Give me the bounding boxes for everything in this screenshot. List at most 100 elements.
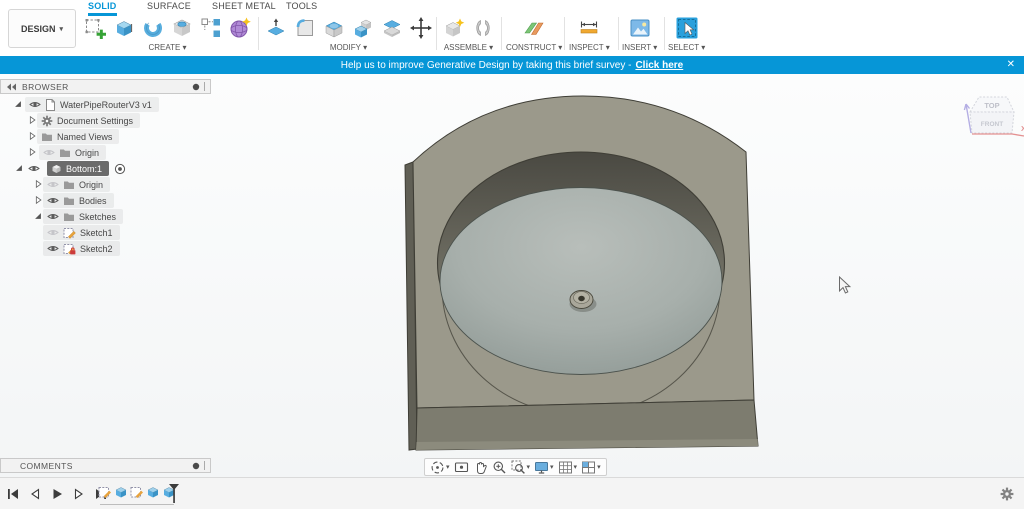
timeline-features	[98, 485, 176, 499]
toolbar-group-label-assemble[interactable]: ASSEMBLE ▾	[444, 43, 493, 52]
look-at-icon[interactable]	[453, 460, 470, 475]
visibility-eye-off-icon[interactable]	[47, 228, 59, 237]
tree-expand-arrow[interactable]	[33, 195, 43, 205]
view-cube-top-label[interactable]: TOP	[984, 101, 999, 110]
chevron-down-icon[interactable]: ▾	[597, 463, 601, 471]
tab-solid[interactable]: SOLID	[88, 1, 117, 16]
tree-expand-arrow[interactable]	[27, 115, 37, 125]
comments-resize-handle[interactable]	[204, 461, 205, 470]
toolbar-group-label-inspect[interactable]: INSPECT ▾	[569, 43, 610, 52]
tree-item-waterpiperouterv3-v1[interactable]: WaterPipeRouterV3 v1	[25, 97, 159, 112]
zoom-icon[interactable]	[491, 460, 508, 475]
pattern-icon[interactable]	[198, 15, 224, 41]
tree-item-sketch1[interactable]: Sketch1	[43, 225, 120, 240]
visibility-eye-icon[interactable]	[47, 196, 59, 205]
timeline-marker[interactable]	[168, 484, 180, 503]
tree-collapse-arrow[interactable]	[13, 99, 23, 109]
timeline-feature-extrude-2[interactable]	[114, 485, 128, 499]
tree-item-sketch2[interactable]: Sketch2	[43, 241, 120, 256]
step-back-icon[interactable]	[29, 487, 41, 499]
joint-icon[interactable]	[470, 15, 496, 41]
go-to-start-icon[interactable]	[7, 487, 19, 499]
form-icon[interactable]	[227, 15, 253, 41]
tree-expand-arrow[interactable]	[33, 179, 43, 189]
create-sketch-icon[interactable]	[82, 15, 108, 41]
toolbar-group-label-insert[interactable]: INSERT ▾	[622, 43, 657, 52]
timeline-feature-sketch-3[interactable]	[130, 485, 144, 499]
tree-collapse-arrow[interactable]	[14, 163, 24, 173]
browser-row-sketches: Sketches	[0, 209, 220, 224]
view-cube[interactable]: TOP FRONT X	[958, 86, 1024, 150]
tab-tools[interactable]: TOOLS	[286, 1, 317, 13]
gear-icon[interactable]	[1000, 487, 1014, 501]
comments-panel-header[interactable]: COMMENTS	[0, 458, 211, 473]
view-cube-front-label[interactable]: FRONT	[981, 121, 1003, 128]
chevron-down-icon[interactable]: ▾	[527, 463, 531, 471]
model-body[interactable]	[405, 96, 758, 450]
new-component-icon[interactable]	[441, 15, 467, 41]
model-dome[interactable]	[440, 188, 722, 375]
split-icon[interactable]	[379, 15, 405, 41]
tree-item-origin[interactable]: Origin	[39, 145, 106, 160]
chevron-down-icon[interactable]: ▾	[446, 463, 450, 471]
construct-plane-icon[interactable]	[521, 15, 547, 41]
selected-component-chip[interactable]: Bottom:1	[47, 161, 109, 176]
viewports-icon[interactable]: ▾	[580, 460, 602, 475]
panel-resize-handle[interactable]	[204, 82, 205, 91]
banner-link[interactable]: Click here	[635, 60, 683, 71]
tree-expand-arrow[interactable]	[27, 131, 37, 141]
3d-viewport[interactable]: TOP FRONT X BROWSER WaterPipeRouterV3 v1…	[0, 74, 1024, 477]
visibility-eye-off-icon[interactable]	[47, 180, 59, 189]
orbit-icon[interactable]: ▾	[429, 460, 451, 475]
tree-item-origin[interactable]: Origin	[43, 177, 110, 192]
tab-surface[interactable]: SURFACE	[147, 1, 191, 13]
tree-item-sketches[interactable]: Sketches	[43, 209, 123, 224]
tree-expand-arrow[interactable]	[27, 147, 37, 157]
tree-item-named-views[interactable]: Named Views	[37, 129, 119, 144]
extrude-icon[interactable]	[111, 15, 137, 41]
hole-icon[interactable]	[169, 15, 195, 41]
fillet-icon[interactable]	[292, 15, 318, 41]
tree-item-bodies[interactable]: Bodies	[43, 193, 114, 208]
combine-icon[interactable]	[350, 15, 376, 41]
display-settings-icon[interactable]: ▾	[533, 460, 555, 475]
pan-icon[interactable]	[472, 460, 489, 475]
toolbar-divider	[258, 17, 259, 50]
activate-component-radio[interactable]	[114, 163, 126, 175]
sketch-locked-icon	[63, 242, 76, 255]
chevron-down-icon[interactable]: ▾	[550, 463, 554, 471]
select-icon[interactable]	[674, 15, 700, 41]
revolve-icon[interactable]	[140, 15, 166, 41]
grid-settings-icon[interactable]: ▾	[557, 460, 579, 475]
comments-options-icon[interactable]	[192, 462, 200, 470]
toolbar-group-label-modify[interactable]: MODIFY ▾	[330, 43, 367, 52]
visibility-eye-icon[interactable]	[26, 164, 42, 173]
move-icon[interactable]	[408, 15, 434, 41]
visibility-eye-icon[interactable]	[47, 244, 59, 253]
tree-item-document-settings[interactable]: Document Settings	[37, 113, 140, 128]
toolbar-group-label-create[interactable]: CREATE ▾	[148, 43, 186, 52]
tree-collapse-arrow[interactable]	[33, 211, 43, 221]
play-icon[interactable]	[51, 487, 63, 499]
chevron-down-icon[interactable]: ▾	[574, 463, 578, 471]
tab-sheet-metal[interactable]: SHEET METAL	[212, 1, 276, 13]
workspace-selector[interactable]: DESIGN ▾	[8, 9, 76, 48]
measure-icon[interactable]	[576, 15, 602, 41]
visibility-eye-icon[interactable]	[47, 212, 59, 221]
shell-icon[interactable]	[321, 15, 347, 41]
tree-item-bottom-1[interactable]: Bottom:1	[26, 161, 126, 176]
step-forward-icon[interactable]	[73, 487, 85, 499]
banner-close-icon[interactable]: ✕	[1007, 56, 1015, 74]
timeline-feature-sketch-1[interactable]	[98, 485, 112, 499]
visibility-eye-icon[interactable]	[29, 100, 41, 109]
press-pull-icon[interactable]	[263, 15, 289, 41]
panel-options-icon[interactable]	[192, 83, 200, 91]
collapse-panel-icon[interactable]	[6, 83, 17, 91]
toolbar-group-label-construct[interactable]: CONSTRUCT ▾	[506, 43, 562, 52]
visibility-eye-off-icon[interactable]	[43, 148, 55, 157]
browser-panel-header[interactable]: BROWSER	[0, 79, 211, 94]
toolbar-group-label-select[interactable]: SELECT ▾	[668, 43, 705, 52]
timeline-feature-extrude-4[interactable]	[146, 485, 160, 499]
fit-icon[interactable]: ▾	[510, 460, 532, 475]
canvas-icon[interactable]	[627, 15, 653, 41]
